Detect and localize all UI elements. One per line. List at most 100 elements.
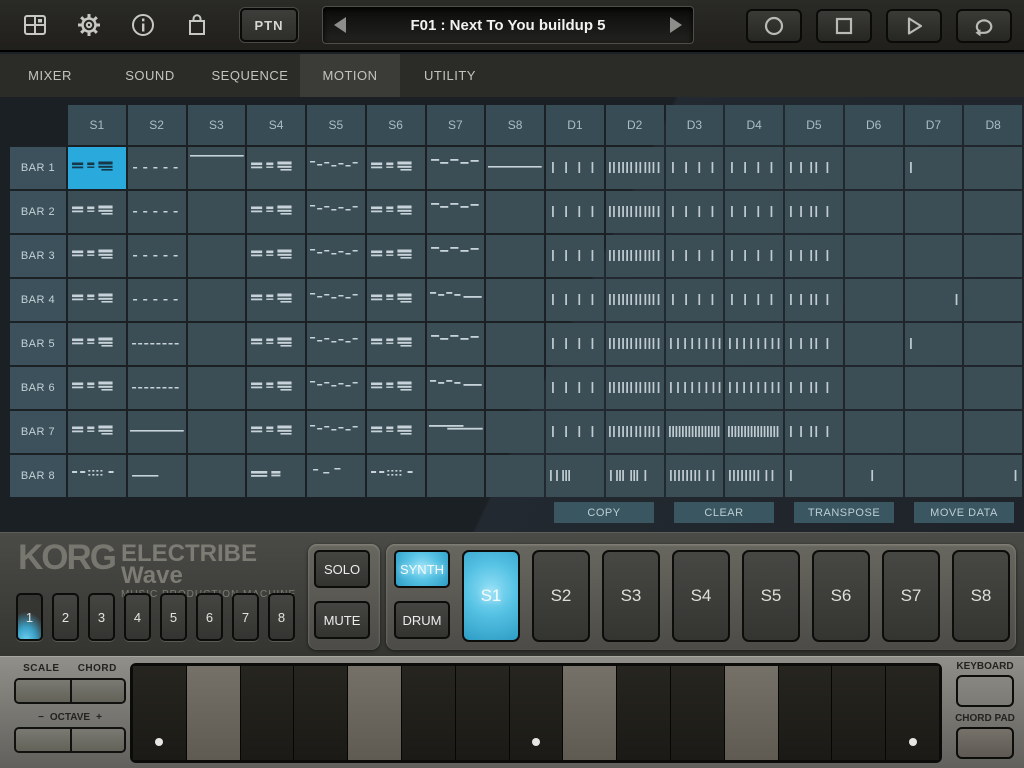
grid-cell-s2-bar6[interactable]	[128, 367, 186, 409]
keyboard-key-14[interactable]	[832, 666, 886, 760]
grid-cell-d5-bar5[interactable]	[785, 323, 843, 365]
grid-cell-d4-bar3[interactable]	[725, 235, 783, 277]
clear-button[interactable]: CLEAR	[674, 502, 774, 523]
grid-cell-s1-bar8[interactable]	[68, 455, 126, 497]
grid-cell-d8-bar5[interactable]	[964, 323, 1022, 365]
grid-cell-d1-bar7[interactable]	[546, 411, 604, 453]
grid-cell-d7-bar4[interactable]	[905, 279, 963, 321]
grid-cell-s8-bar6[interactable]	[486, 367, 544, 409]
part-button-s1[interactable]: S1	[462, 550, 520, 642]
grid-cell-d2-bar6[interactable]	[606, 367, 664, 409]
keyboard-key-2[interactable]	[187, 666, 241, 760]
grid-cell-s3-bar7[interactable]	[188, 411, 246, 453]
column-header-s2[interactable]: S2	[128, 105, 186, 145]
grid-cell-d2-bar5[interactable]	[606, 323, 664, 365]
column-header-d7[interactable]: D7	[905, 105, 963, 145]
row-label-bar-3[interactable]: BAR 3	[10, 235, 66, 277]
grid-cell-s6-bar3[interactable]	[367, 235, 425, 277]
grid-cell-d8-bar7[interactable]	[964, 411, 1022, 453]
column-header-s8[interactable]: S8	[486, 105, 544, 145]
grid-cell-d1-bar5[interactable]	[546, 323, 604, 365]
part-button-s4[interactable]: S4	[672, 550, 730, 642]
keyboard-key-10[interactable]	[617, 666, 671, 760]
grid-cell-d8-bar1[interactable]	[964, 147, 1022, 189]
grid-cell-d7-bar1[interactable]	[905, 147, 963, 189]
grid-cell-s6-bar6[interactable]	[367, 367, 425, 409]
grid-cell-d7-bar2[interactable]	[905, 191, 963, 233]
octave-down-button[interactable]	[16, 729, 70, 751]
grid-cell-d6-bar3[interactable]	[845, 235, 903, 277]
keyboard-mode-button[interactable]	[956, 675, 1014, 707]
grid-cell-d4-bar6[interactable]	[725, 367, 783, 409]
grid-cell-s3-bar4[interactable]	[188, 279, 246, 321]
pattern-number-4[interactable]: 4	[124, 593, 151, 641]
grid-cell-s3-bar8[interactable]	[188, 455, 246, 497]
tab-utility[interactable]: UTILITY	[400, 54, 500, 97]
grid-cell-s8-bar3[interactable]	[486, 235, 544, 277]
row-label-bar-4[interactable]: BAR 4	[10, 279, 66, 321]
grid-cell-d2-bar7[interactable]	[606, 411, 664, 453]
grid-cell-s7-bar4[interactable]	[427, 279, 485, 321]
keyboard-key-15[interactable]	[886, 666, 939, 760]
grid-cell-d7-bar7[interactable]	[905, 411, 963, 453]
synth-button[interactable]: SYNTH	[394, 550, 450, 588]
row-label-bar-1[interactable]: BAR 1	[10, 147, 66, 189]
grid-cell-s1-bar7[interactable]	[68, 411, 126, 453]
grid-cell-d3-bar7[interactable]	[666, 411, 724, 453]
grid-cell-s4-bar6[interactable]	[247, 367, 305, 409]
grid-cell-s4-bar7[interactable]	[247, 411, 305, 453]
grid-cell-s2-bar5[interactable]	[128, 323, 186, 365]
grid-cell-s2-bar7[interactable]	[128, 411, 186, 453]
grid-cell-s5-bar2[interactable]	[307, 191, 365, 233]
column-header-d4[interactable]: D4	[725, 105, 783, 145]
column-header-d3[interactable]: D3	[666, 105, 724, 145]
grid-cell-d5-bar7[interactable]	[785, 411, 843, 453]
row-label-bar-6[interactable]: BAR 6	[10, 367, 66, 409]
grid-cell-d3-bar4[interactable]	[666, 279, 724, 321]
play-button[interactable]	[886, 9, 942, 43]
grid-cell-s6-bar1[interactable]	[367, 147, 425, 189]
chord-pad-button[interactable]	[956, 727, 1014, 759]
keyboard-key-3[interactable]	[241, 666, 295, 760]
grid-cell-d6-bar2[interactable]	[845, 191, 903, 233]
grid-cell-s1-bar5[interactable]	[68, 323, 126, 365]
grid-cell-d1-bar8[interactable]	[546, 455, 604, 497]
grid-cell-d7-bar8[interactable]	[905, 455, 963, 497]
column-header-s7[interactable]: S7	[427, 105, 485, 145]
ptn-button[interactable]: PTN	[240, 8, 298, 42]
pattern-number-6[interactable]: 6	[196, 593, 223, 641]
move-data-button[interactable]: MOVE DATA	[914, 502, 1014, 523]
grid-cell-d6-bar7[interactable]	[845, 411, 903, 453]
grid-cell-s8-bar7[interactable]	[486, 411, 544, 453]
copy-button[interactable]: COPY	[554, 502, 654, 523]
grid-cell-d4-bar1[interactable]	[725, 147, 783, 189]
grid-cell-s4-bar2[interactable]	[247, 191, 305, 233]
grid-cell-s2-bar3[interactable]	[128, 235, 186, 277]
part-button-s2[interactable]: S2	[532, 550, 590, 642]
grid-cell-d6-bar6[interactable]	[845, 367, 903, 409]
grid-cell-s5-bar8[interactable]	[307, 455, 365, 497]
bag-icon[interactable]	[182, 10, 212, 40]
keyboard-key-5[interactable]	[348, 666, 402, 760]
part-button-s8[interactable]: S8	[952, 550, 1010, 642]
grid-cell-d5-bar3[interactable]	[785, 235, 843, 277]
grid-cell-d8-bar2[interactable]	[964, 191, 1022, 233]
grid-cell-s4-bar1[interactable]	[247, 147, 305, 189]
grid-cell-d6-bar5[interactable]	[845, 323, 903, 365]
grid-cell-s7-bar6[interactable]	[427, 367, 485, 409]
grid-cell-d7-bar5[interactable]	[905, 323, 963, 365]
grid-cell-s8-bar5[interactable]	[486, 323, 544, 365]
grid-cell-s7-bar5[interactable]	[427, 323, 485, 365]
pattern-number-5[interactable]: 5	[160, 593, 187, 641]
grid-cell-d5-bar6[interactable]	[785, 367, 843, 409]
mute-button[interactable]: MUTE	[314, 601, 370, 639]
column-header-s3[interactable]: S3	[188, 105, 246, 145]
grid-cell-s4-bar3[interactable]	[247, 235, 305, 277]
grid-cell-s5-bar4[interactable]	[307, 279, 365, 321]
grid-cell-s7-bar1[interactable]	[427, 147, 485, 189]
grid-cell-s2-bar1[interactable]	[128, 147, 186, 189]
grid-cell-d2-bar4[interactable]	[606, 279, 664, 321]
grid-cell-s1-bar2[interactable]	[68, 191, 126, 233]
grid-cell-s1-bar3[interactable]	[68, 235, 126, 277]
grid-cell-d3-bar1[interactable]	[666, 147, 724, 189]
